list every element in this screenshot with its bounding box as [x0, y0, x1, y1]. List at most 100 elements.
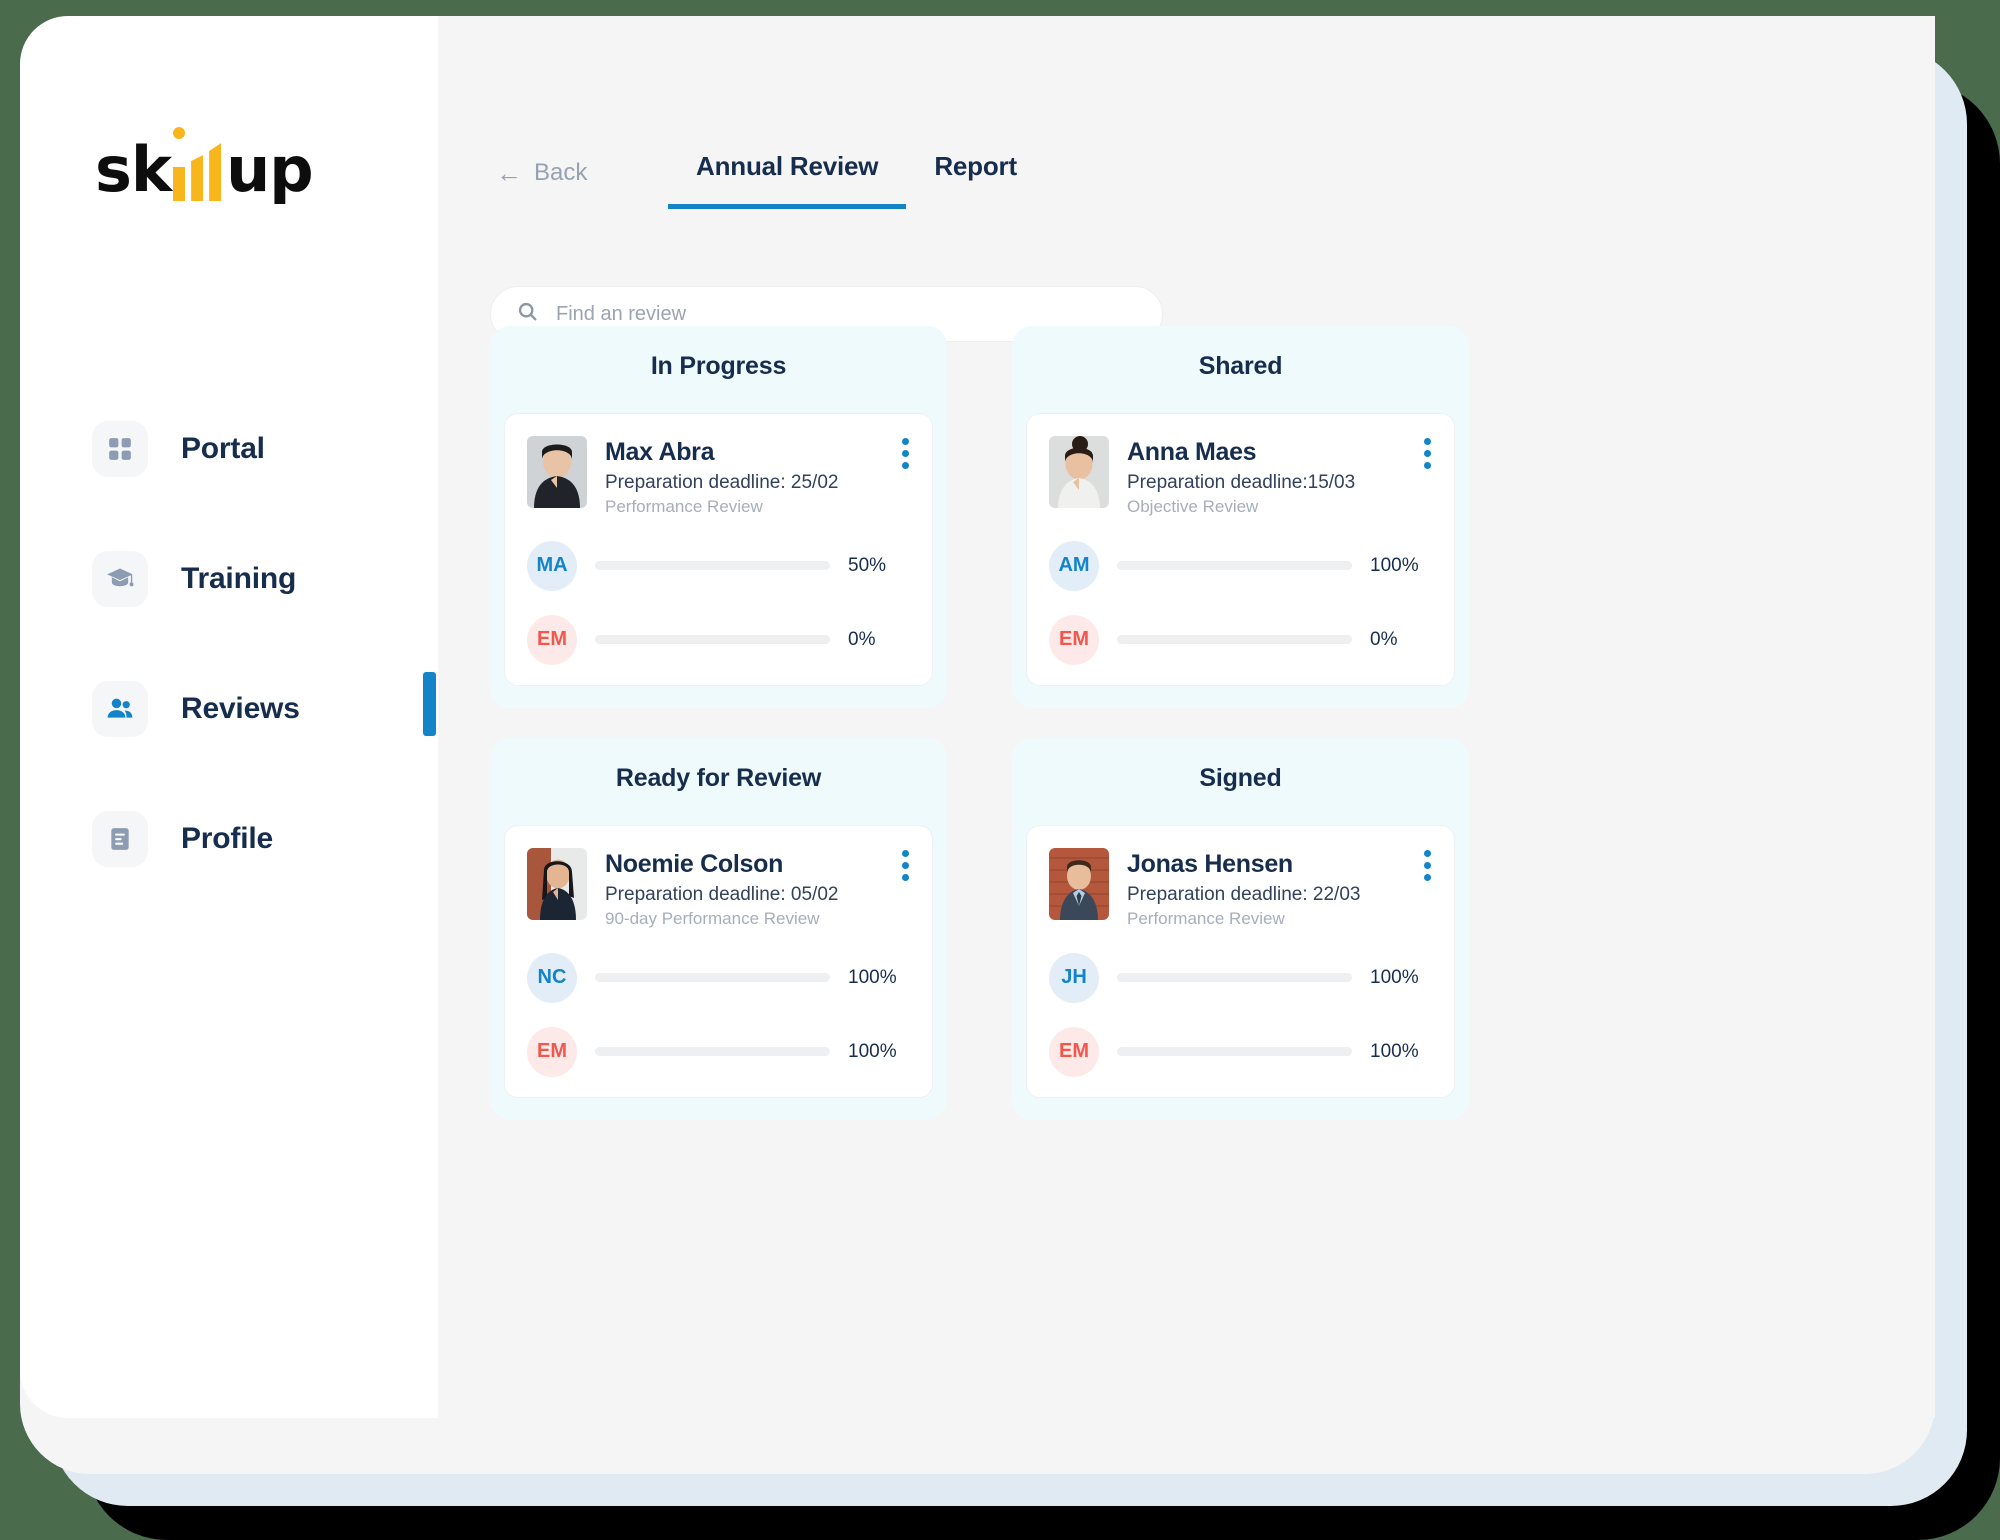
progress-track: [1117, 1047, 1352, 1056]
card-menu-icon[interactable]: [1424, 849, 1432, 881]
avatar: [1049, 847, 1109, 920]
card-menu-icon[interactable]: [902, 438, 910, 469]
card-header: Anna Maes Preparation deadline:15/03 Obj…: [1049, 436, 1432, 517]
sidebar-item-label: Profile: [181, 822, 273, 855]
column-signed: Signed Jonas Hensen Preparation deadline…: [1012, 737, 1469, 1120]
sidebar-item-label: Portal: [181, 432, 265, 465]
reviewer-initials: JH: [1049, 952, 1099, 1003]
column-title: Shared: [1198, 352, 1283, 380]
progress-row: NC 100%: [527, 952, 910, 1003]
progress-percent: 100%: [1370, 1040, 1419, 1062]
card-person-name: Max Abra: [605, 438, 715, 466]
avatar: [527, 847, 587, 920]
sidebar-nav: Portal Training Reviews Profile: [20, 416, 438, 936]
logo-text-end: up: [226, 133, 314, 206]
search-input[interactable]: [556, 302, 1136, 326]
column-shared: Shared Anna Maes Preparation deadline:15…: [1012, 326, 1469, 708]
card-deadline: Preparation deadline: 22/03: [1127, 883, 1361, 905]
card-deadline: Preparation deadline:15/03: [1127, 471, 1356, 493]
card-menu-icon[interactable]: [902, 849, 910, 881]
progress-percent: 100%: [1370, 966, 1419, 988]
sidebar: sk up Portal Training Reviews Profile: [20, 16, 438, 1418]
progress-track: [1117, 635, 1352, 645]
progress-track: [1117, 561, 1352, 571]
main-content: ← Back Annual Review Report Find an revi…: [438, 16, 1935, 1418]
card-deadline: Preparation deadline: 25/02: [605, 471, 839, 493]
progress-row: EM 100%: [1049, 1026, 1432, 1077]
column-title: Ready for Review: [615, 763, 822, 792]
card-person-name: Noemie Colson: [605, 849, 784, 878]
card-info: Anna Maes Preparation deadline:15/03 Obj…: [1127, 436, 1432, 517]
review-card[interactable]: Anna Maes Preparation deadline:15/03 Obj…: [1026, 413, 1455, 686]
progress-percent: 0%: [1370, 628, 1398, 650]
reviewer-initials: NC: [527, 952, 577, 1003]
logo-bars-icon: [173, 127, 222, 201]
review-card[interactable]: Max Abra Preparation deadline: 25/02 Per…: [504, 413, 933, 686]
card-person-name: Anna Maes: [1127, 438, 1257, 466]
app-logo: sk up: [95, 127, 314, 206]
card-header: Max Abra Preparation deadline: 25/02 Per…: [527, 436, 910, 517]
back-button-label: Back: [534, 159, 588, 186]
card-header: Noemie Colson Preparation deadline: 05/0…: [527, 847, 910, 929]
screenshot-root: sk up Portal Training Reviews Profile ← …: [0, 0, 2000, 1540]
search-icon: [517, 301, 538, 327]
back-arrow-icon: ←: [496, 158, 522, 188]
progress-row: JH 100%: [1049, 952, 1432, 1003]
review-card[interactable]: Noemie Colson Preparation deadline: 05/0…: [504, 824, 933, 1098]
reviewer-initials: EM: [527, 614, 577, 665]
progress-percent: 100%: [848, 1040, 897, 1062]
review-board: In Progress Max Abra Preparation deadlin…: [490, 326, 1760, 1150]
tab-report[interactable]: Report: [906, 151, 1045, 209]
progress-percent: 100%: [1370, 554, 1419, 576]
progress-track: [1117, 973, 1352, 982]
document-icon: [92, 811, 148, 867]
progress-row: EM 100%: [527, 1026, 910, 1077]
board-row: In Progress Max Abra Preparation deadlin…: [490, 326, 1760, 708]
column-title: Signed: [1199, 763, 1282, 792]
progress-percent: 0%: [848, 628, 876, 650]
sidebar-item-portal[interactable]: Portal: [20, 416, 438, 482]
tab-bar: Annual Review Report: [668, 151, 1045, 209]
sidebar-item-label: Reviews: [181, 692, 300, 725]
card-info: Jonas Hensen Preparation deadline: 22/03…: [1127, 848, 1432, 929]
sidebar-item-training[interactable]: Training: [20, 546, 438, 612]
card-deadline: Preparation deadline: 05/02: [605, 883, 839, 905]
grid-icon: [92, 421, 148, 477]
sidebar-item-reviews[interactable]: Reviews: [20, 676, 438, 742]
people-icon: [92, 681, 148, 737]
progress-track: [595, 561, 830, 571]
sidebar-item-profile[interactable]: Profile: [20, 806, 438, 872]
card-header: Jonas Hensen Preparation deadline: 22/03…: [1049, 847, 1432, 929]
progress-percent: 50%: [848, 554, 887, 576]
board-row: Ready for Review Noemie Colson Preparati…: [490, 737, 1760, 1120]
graduation-cap-icon: [92, 551, 148, 607]
sidebar-item-label: Training: [181, 562, 297, 595]
progress-row: EM 0%: [527, 614, 910, 665]
card-person-name: Jonas Hensen: [1127, 849, 1293, 878]
progress-track: [595, 1047, 830, 1056]
reviewer-initials: AM: [1049, 540, 1099, 591]
tab-annual-review[interactable]: Annual Review: [668, 151, 907, 209]
back-button[interactable]: ← Back: [496, 159, 587, 187]
reviewer-initials: EM: [527, 1026, 577, 1077]
progress-row: MA 50%: [527, 540, 910, 591]
card-menu-icon[interactable]: [1424, 438, 1432, 469]
progress-track: [595, 635, 830, 645]
column-in-progress: In Progress Max Abra Preparation deadlin…: [490, 326, 947, 708]
progress-track: [595, 973, 830, 982]
column-ready-for-review: Ready for Review Noemie Colson Preparati…: [490, 737, 947, 1120]
column-title: In Progress: [650, 352, 787, 380]
logo-text-start: sk: [95, 133, 172, 206]
avatar: [1049, 436, 1109, 508]
card-info: Noemie Colson Preparation deadline: 05/0…: [605, 848, 910, 929]
avatar: [527, 436, 587, 508]
card-review-type: Performance Review: [605, 496, 763, 516]
review-card[interactable]: Jonas Hensen Preparation deadline: 22/03…: [1026, 824, 1455, 1098]
card-review-type: Performance Review: [1127, 908, 1285, 928]
reviewer-initials: EM: [1049, 1026, 1099, 1077]
reviewer-initials: EM: [1049, 614, 1099, 665]
card-review-type: 90-day Performance Review: [605, 908, 820, 928]
card-review-type: Objective Review: [1127, 496, 1259, 516]
reviewer-initials: MA: [527, 540, 577, 591]
progress-row: EM 0%: [1049, 614, 1432, 665]
